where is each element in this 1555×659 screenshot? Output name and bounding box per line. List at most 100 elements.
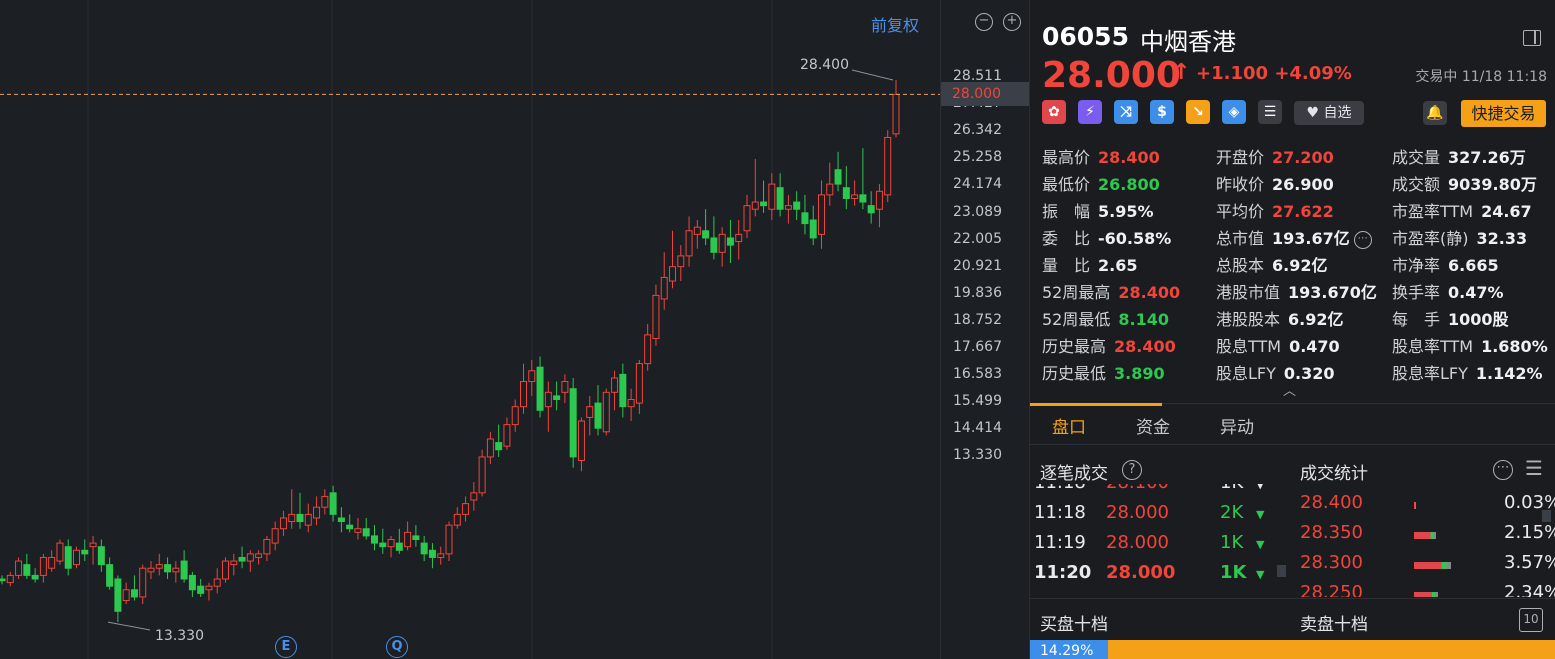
volume-row: 28.4000.03%	[1300, 492, 1555, 522]
hk-flag-icon[interactable]: ✿	[1042, 100, 1066, 124]
candle-body	[818, 194, 825, 235]
candle	[73, 546, 80, 569]
tick-volume: 1K	[1220, 532, 1244, 553]
candle-body	[354, 528, 362, 533]
candle-body	[114, 578, 122, 612]
tick-time: 11:18	[1034, 484, 1086, 493]
y-tick-label: 13.330	[953, 447, 1002, 464]
stat-value: 26.800	[1098, 175, 1160, 194]
adjust-button[interactable]: 前复权	[871, 12, 919, 36]
candle	[230, 553, 238, 576]
depth-ten-icon[interactable]: 10	[1519, 608, 1543, 632]
zoom-out-icon[interactable]: −	[975, 13, 993, 31]
candle	[611, 370, 619, 411]
stat-cell: 股息率TTM 1.680%	[1392, 333, 1548, 357]
stat-cell: 委 比 -60.58%	[1042, 225, 1171, 249]
stat-value: 5.95%	[1098, 202, 1154, 221]
price-tag-icon[interactable]: ◈	[1222, 100, 1246, 124]
ticks-scrollbar[interactable]	[1277, 565, 1286, 577]
volume-pct: 2.34%	[1504, 582, 1555, 597]
candle-body	[470, 492, 478, 501]
more-icon[interactable]: ⋯	[1493, 460, 1513, 480]
candle-body	[511, 406, 519, 426]
more-icon[interactable]: ⋯	[1353, 230, 1372, 249]
candle	[884, 130, 892, 203]
stat-cell: 总股本 6.92亿	[1216, 252, 1328, 276]
list-icon[interactable]: ☰	[1525, 456, 1543, 480]
candle	[238, 546, 246, 569]
candle	[577, 417, 585, 472]
quick-trade-button[interactable]: 快捷交易	[1461, 100, 1546, 127]
notes-icon[interactable]: ☰	[1258, 100, 1282, 124]
stat-value: 28.400	[1098, 148, 1160, 167]
kline-svg[interactable]	[0, 0, 940, 659]
dollar-icon[interactable]: $	[1150, 100, 1174, 124]
volume-price: 28.400	[1300, 492, 1363, 513]
sell-marker-icon: ▼	[1256, 568, 1265, 581]
trend-icon[interactable]: ↘	[1186, 100, 1210, 124]
collapse-caret-icon[interactable]: ︿	[1283, 380, 1296, 399]
candle	[520, 363, 527, 414]
candle-body	[478, 456, 486, 494]
tick-price: 28.100	[1106, 484, 1169, 493]
candle-body	[809, 219, 817, 239]
tab-orderbook[interactable]: 盘口	[1052, 413, 1086, 438]
candle-body	[669, 266, 676, 282]
candle	[81, 539, 89, 562]
stat-label: 港股股本	[1216, 310, 1281, 329]
stat-value: 2.65	[1098, 256, 1138, 275]
candle-body	[296, 513, 304, 523]
candle-body	[536, 366, 544, 411]
tick-list[interactable]: 11:1828.1001K▼11:1828.0002K▼11:1928.0001…	[1030, 484, 1290, 597]
tick-volume: 1K	[1220, 562, 1247, 583]
tab-movers[interactable]: 异动	[1220, 413, 1254, 438]
help-icon[interactable]: ?	[1122, 460, 1142, 480]
price-change: +1.100 +4.09%	[1196, 63, 1352, 84]
candle	[271, 521, 279, 551]
candle-body	[412, 535, 420, 541]
candle-body	[246, 553, 254, 562]
up-arrow-icon: ↑	[1172, 60, 1191, 85]
kline-chart[interactable]: 前复权 ↺ 28.400 13.330 E Q	[0, 0, 962, 659]
watchlist-button[interactable]: ♥ 自选	[1294, 101, 1364, 125]
event-q-icon[interactable]: Q	[386, 636, 408, 658]
bell-icon[interactable]: 🔔	[1423, 101, 1447, 125]
candle-body	[760, 201, 768, 207]
stat-label: 开盘价	[1216, 148, 1265, 167]
candle	[619, 363, 627, 418]
candle-body	[238, 556, 246, 562]
candle-body	[842, 187, 850, 199]
candle	[362, 517, 370, 540]
panel-toggle-icon[interactable]	[1523, 30, 1541, 46]
stat-cell: 开盘价 27.200	[1216, 144, 1334, 168]
candle-body	[635, 363, 643, 404]
candle	[644, 324, 652, 371]
volume-bar	[1414, 502, 1416, 509]
candle	[354, 517, 362, 540]
candle	[246, 550, 254, 572]
candle	[130, 575, 138, 601]
candle	[445, 521, 453, 562]
stat-value: 327.26万	[1448, 148, 1526, 167]
bid-depth-title: 买盘十档	[1040, 615, 1108, 635]
stats-row: 量 比 2.65 总股本 6.92亿 市净率 6.665	[1042, 252, 1555, 279]
tab-funds[interactable]: 资金	[1136, 413, 1170, 438]
stat-value: 6.92亿	[1272, 256, 1328, 275]
tick-price: 28.000	[1106, 562, 1176, 583]
stat-value: 27.200	[1272, 148, 1334, 167]
candle-body	[867, 205, 875, 214]
volume-price: 28.350	[1300, 522, 1363, 543]
candle-body	[569, 388, 577, 458]
current-price-tag: 28.000	[941, 82, 1029, 106]
event-e-icon[interactable]: E	[275, 636, 297, 658]
y-tick-label: 20.921	[953, 257, 1002, 274]
zoom-in-icon[interactable]: +	[1003, 13, 1021, 31]
flash-icon[interactable]: ⚡	[1078, 100, 1102, 124]
volume-scrollbar[interactable]	[1542, 510, 1551, 522]
y-tick-label: 22.005	[953, 230, 1002, 247]
candle	[553, 381, 561, 411]
stat-label: 52周最高	[1042, 283, 1111, 302]
volume-stats-list[interactable]: 28.4000.03%28.3502.15%28.3003.57%28.2502…	[1300, 484, 1555, 597]
candle	[875, 184, 883, 228]
shuffle-icon[interactable]: ⤨	[1114, 100, 1138, 124]
